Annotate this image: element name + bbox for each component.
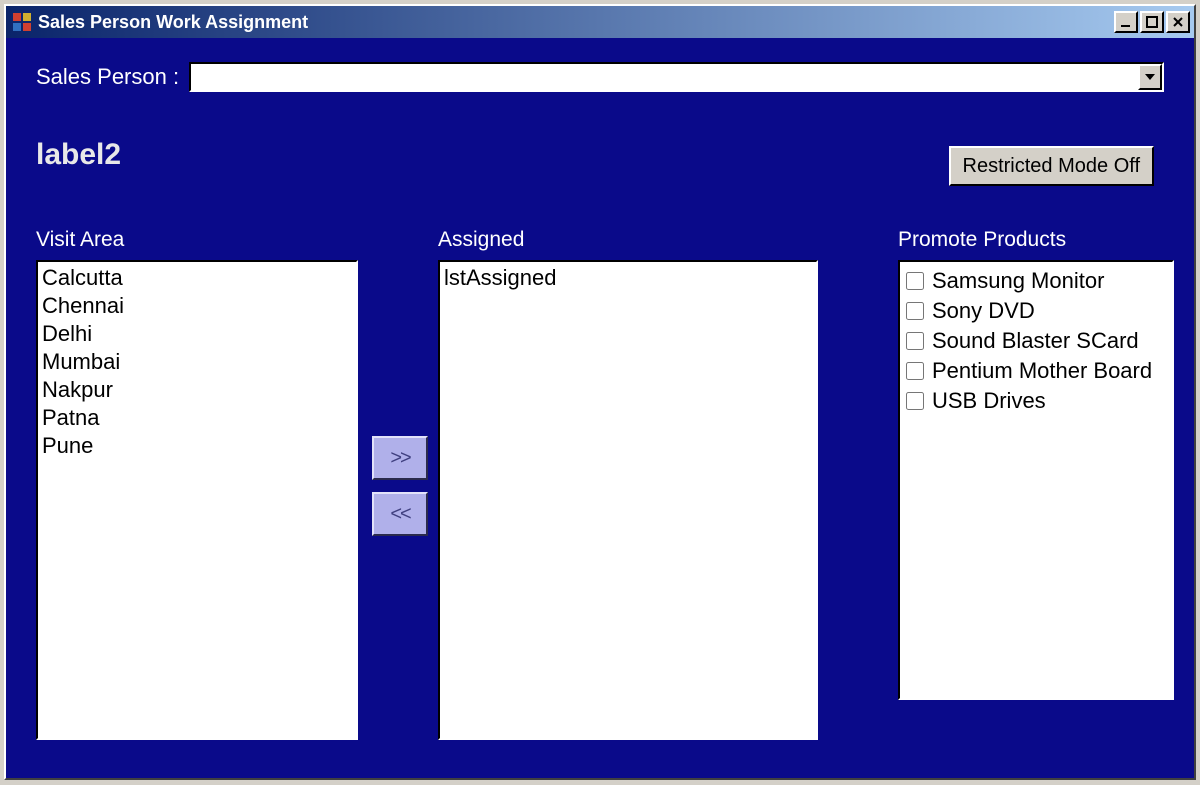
checked-list-item[interactable]: Pentium Mother Board (906, 356, 1166, 386)
restricted-mode-button[interactable]: Restricted Mode Off (949, 146, 1154, 186)
list-item[interactable]: Calcutta (42, 264, 352, 292)
close-button[interactable] (1166, 11, 1190, 33)
checked-list-item[interactable]: Sony DVD (906, 296, 1166, 326)
title-bar[interactable]: Sales Person Work Assignment (6, 6, 1194, 38)
move-right-button[interactable]: >> (372, 436, 428, 480)
list-item[interactable]: Mumbai (42, 348, 352, 376)
assigned-label: Assigned (438, 228, 524, 252)
combobox-dropdown-button[interactable] (1138, 64, 1162, 90)
list-item[interactable]: Chennai (42, 292, 352, 320)
window-title: Sales Person Work Assignment (38, 12, 1114, 33)
list-item[interactable]: Patna (42, 404, 352, 432)
list-item[interactable]: Pune (42, 432, 352, 460)
product-checkbox[interactable] (906, 362, 924, 380)
list-item[interactable]: lstAssigned (444, 264, 812, 292)
checked-list-item[interactable]: USB Drives (906, 386, 1166, 416)
product-checkbox[interactable] (906, 302, 924, 320)
list-item[interactable]: Nakpur (42, 376, 352, 404)
product-label: Sound Blaster SCard (932, 326, 1139, 356)
label2: label2 (36, 138, 121, 172)
visit-area-label: Visit Area (36, 228, 124, 252)
promote-products-label: Promote Products (898, 228, 1066, 252)
product-checkbox[interactable] (906, 332, 924, 350)
checked-list-item[interactable]: Sound Blaster SCard (906, 326, 1166, 356)
client-area: Sales Person : label2 Restricted Mode Of… (6, 38, 1194, 778)
app-icon (12, 12, 32, 32)
sales-person-label: Sales Person : (36, 64, 179, 90)
list-item[interactable]: Delhi (42, 320, 352, 348)
sales-person-combobox[interactable] (189, 62, 1164, 92)
product-label: Pentium Mother Board (932, 356, 1152, 386)
promote-products-checkedlistbox[interactable]: Samsung MonitorSony DVDSound Blaster SCa… (898, 260, 1174, 700)
product-label: Samsung Monitor (932, 266, 1104, 296)
product-label: USB Drives (932, 386, 1046, 416)
visit-area-listbox[interactable]: CalcuttaChennaiDelhiMumbaiNakpurPatnaPun… (36, 260, 358, 740)
app-window: Sales Person Work Assignment Sales Perso… (4, 4, 1196, 780)
assigned-listbox[interactable]: lstAssigned (438, 260, 818, 740)
maximize-button[interactable] (1140, 11, 1164, 33)
product-checkbox[interactable] (906, 392, 924, 410)
checked-list-item[interactable]: Samsung Monitor (906, 266, 1166, 296)
sales-person-input[interactable] (191, 64, 1138, 90)
window-controls (1114, 11, 1190, 33)
sales-person-row: Sales Person : (36, 62, 1164, 92)
move-left-button[interactable]: << (372, 492, 428, 536)
product-label: Sony DVD (932, 296, 1035, 326)
minimize-button[interactable] (1114, 11, 1138, 33)
product-checkbox[interactable] (906, 272, 924, 290)
